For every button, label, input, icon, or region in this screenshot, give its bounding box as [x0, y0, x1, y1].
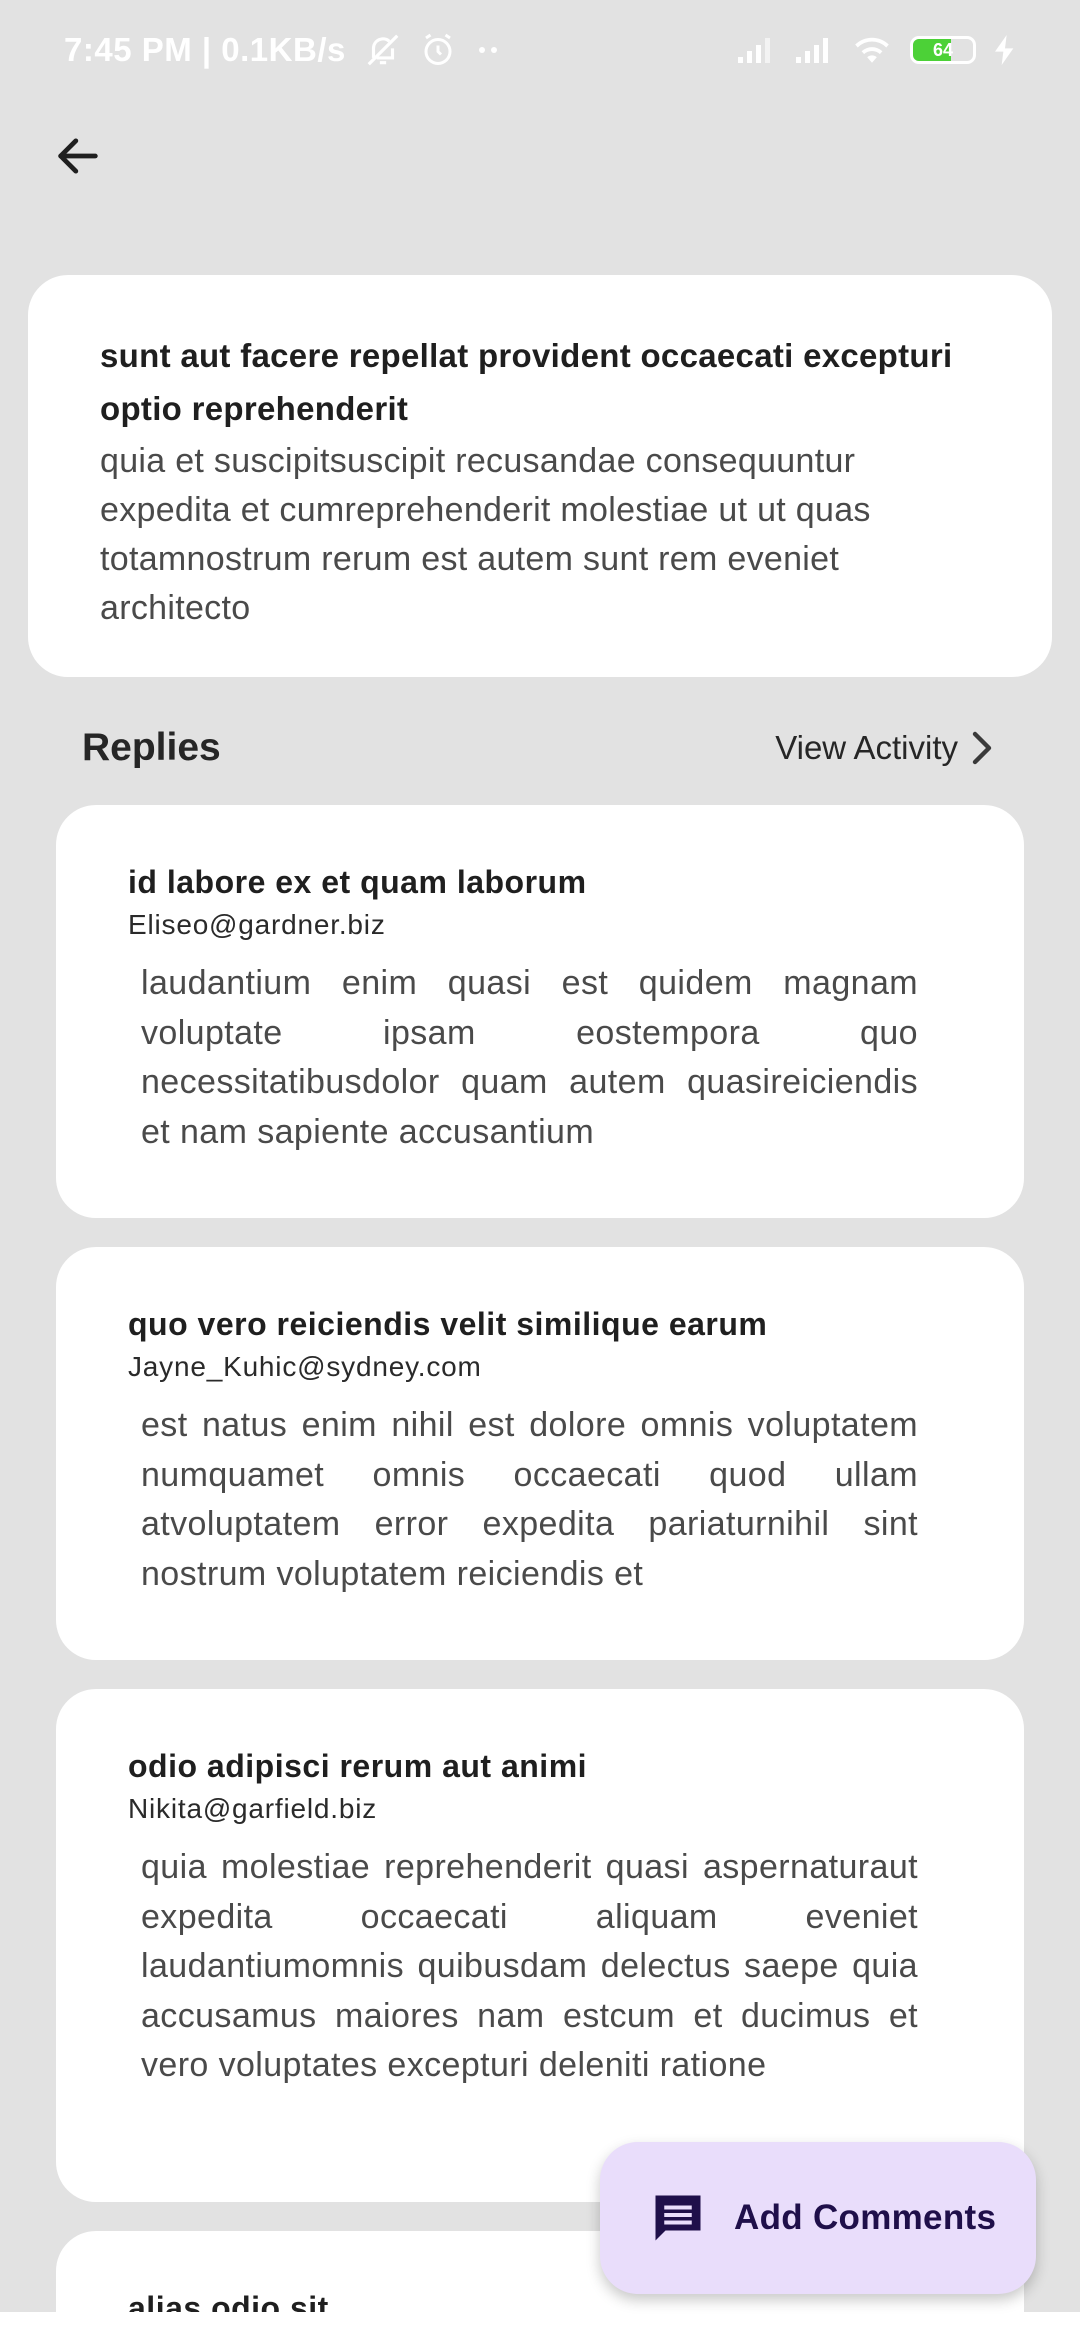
signal-icon: [794, 35, 834, 65]
post-card: sunt aut facere repellat provident occae…: [28, 275, 1052, 677]
replies-title: Replies: [82, 726, 221, 769]
comment-name: odio adipisci rerum aut animi: [128, 1748, 588, 1784]
status-right: 64: [736, 34, 1016, 66]
comment-email: Nikita@garfield.biz: [128, 1793, 378, 1824]
comment-body: est natus enim nihil est dolore omnis vo…: [141, 1406, 918, 1593]
status-time: 7:45 PM | 0.1KB/s: [64, 31, 346, 68]
wifi-icon: [852, 34, 892, 66]
comment-body: quia molestiae reprehenderit quasi asper…: [141, 1848, 918, 2084]
post-body: quia et suscipitsuscipit recusandae cons…: [100, 442, 871, 627]
comment-card[interactable]: id labore ex et quam laborum Eliseo@gard…: [56, 805, 1024, 1218]
view-activity-label: View Activity: [775, 729, 958, 766]
status-bar: 7:45 PM | 0.1KB/s 64: [0, 0, 1080, 100]
battery-icon: 64: [910, 36, 976, 64]
comment-card[interactable]: quo vero reiciendis velit similique earu…: [56, 1247, 1024, 1660]
status-left: 7:45 PM | 0.1KB/s: [64, 31, 504, 69]
view-activity-link[interactable]: View Activity: [775, 728, 996, 768]
more-dots-icon: [474, 44, 504, 56]
mute-icon: [364, 31, 402, 69]
comment-name: quo vero reiciendis velit similique earu…: [128, 1306, 768, 1342]
chevron-right-icon: [972, 731, 992, 765]
battery-level-text: 64: [932, 39, 954, 60]
bottom-edge: [0, 2312, 1080, 2340]
comment-email: Jayne_Kuhic@sydney.com: [128, 1351, 482, 1382]
comment-card[interactable]: odio adipisci rerum aut animi Nikita@gar…: [56, 1689, 1024, 2202]
comment-icon: [655, 2195, 701, 2241]
arrow-left-icon: [58, 138, 98, 174]
add-comments-label: Add Comments: [734, 2198, 997, 2237]
back-button[interactable]: [40, 118, 116, 194]
signal-icon: [736, 35, 776, 65]
alarm-icon: [420, 32, 456, 68]
charging-icon: [994, 35, 1016, 65]
comment-name: id labore ex et quam laborum: [128, 864, 587, 900]
comment-email: Eliseo@gardner.biz: [128, 909, 386, 940]
post-title: sunt aut facere repellat provident occae…: [100, 337, 953, 427]
comment-body: laudantium enim quasi est quidem magnam …: [141, 964, 918, 1151]
add-comments-button[interactable]: Add Comments: [600, 2142, 1036, 2294]
replies-header: Replies View Activity: [82, 718, 996, 778]
